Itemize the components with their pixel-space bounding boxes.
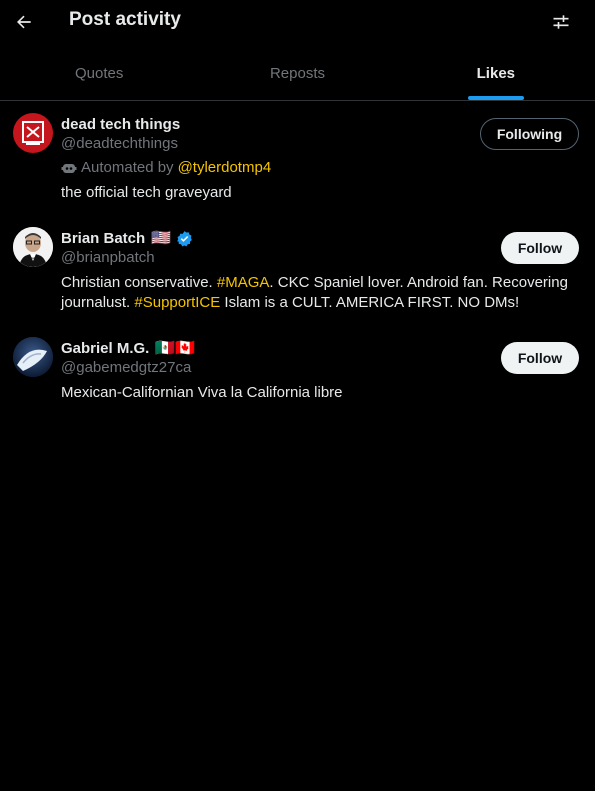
page-title: Post activity	[69, 9, 181, 30]
user-name[interactable]: Brian Batch	[61, 230, 145, 247]
user-handle: @brianpbatch	[61, 249, 155, 266]
automated-label: Automated by @tylerdotmp4	[61, 159, 271, 176]
verified-badge-icon	[176, 230, 193, 247]
following-button[interactable]: Following	[480, 118, 579, 150]
filter-button[interactable]	[547, 8, 575, 36]
flag-emoji: 🇲🇽🇨🇦	[155, 340, 196, 357]
automated-by-link[interactable]: @tylerdotmp4	[178, 159, 272, 176]
arrow-left-icon	[17, 15, 31, 29]
sliders-icon	[553, 15, 569, 29]
user-bio: the official tech graveyard	[61, 184, 232, 201]
back-button[interactable]	[10, 8, 38, 36]
follow-button[interactable]: Follow	[501, 342, 579, 374]
top-bar: Post activity	[0, 0, 595, 44]
user-name[interactable]: dead tech things	[61, 116, 180, 133]
user-handle: @deadtechthings	[61, 135, 178, 152]
tab-bar: Quotes Reposts Likes	[0, 50, 595, 101]
tab-likes[interactable]: Likes	[397, 50, 595, 100]
robot-icon	[61, 163, 77, 173]
user-handle: @gabemedgtz27ca	[61, 359, 192, 376]
flag-emoji: 🇺🇸	[151, 230, 172, 247]
tab-reposts[interactable]: Reposts	[198, 50, 396, 100]
avatar[interactable]	[13, 113, 53, 153]
active-tab-indicator	[467, 96, 524, 100]
avatar[interactable]	[13, 227, 53, 267]
avatar[interactable]	[13, 337, 53, 377]
follow-button[interactable]: Follow	[501, 232, 579, 264]
tab-quotes[interactable]: Quotes	[0, 50, 198, 100]
hashtag-link[interactable]: #SupportICE	[134, 294, 220, 311]
user-name[interactable]: Gabriel M.G.	[61, 340, 149, 357]
hashtag-link[interactable]: #MAGA	[217, 274, 270, 291]
user-bio: Christian conservative. #MAGA. CKC Spani…	[61, 274, 568, 311]
user-bio: Mexican-Californian Viva la California l…	[61, 384, 343, 401]
